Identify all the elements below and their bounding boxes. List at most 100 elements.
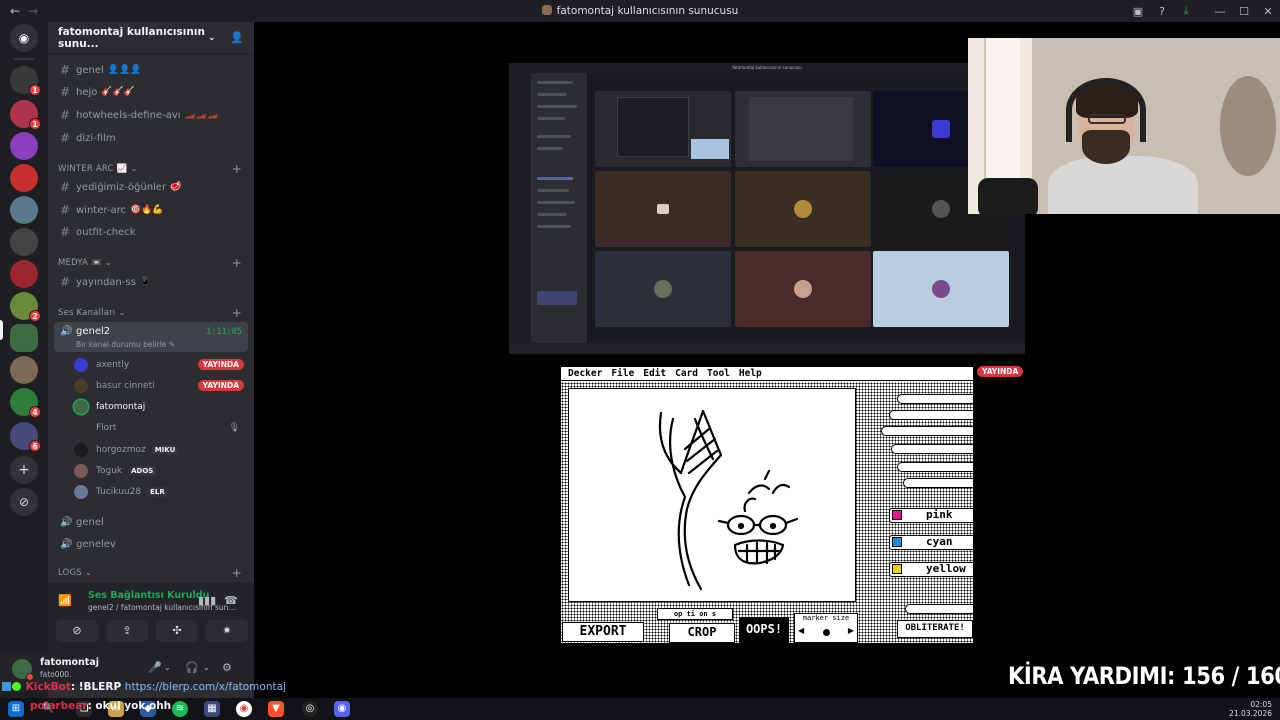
menu-tool[interactable]: Tool: [707, 367, 730, 380]
undo-oops-button[interactable]: OOPS!: [739, 617, 789, 643]
spotify-icon[interactable]: ≋: [172, 701, 188, 717]
obs-icon[interactable]: ◎: [302, 701, 318, 717]
category-logs[interactable]: LOGS ⌄ +: [52, 566, 248, 580]
chevron-down-icon[interactable]: ⌄: [203, 663, 210, 672]
add-channel-icon[interactable]: +: [232, 566, 242, 580]
inbox-icon[interactable]: ▣: [1126, 5, 1150, 18]
pen-tool-2[interactable]: [889, 410, 973, 420]
voice-member-axently[interactable]: axently YAYINDA: [74, 356, 244, 374]
obliterate-button[interactable]: OBLITERATE!: [897, 620, 973, 638]
add-member-icon[interactable]: 👤: [230, 31, 244, 44]
tile-tucikuu28[interactable]: [873, 251, 1009, 327]
menu-help[interactable]: Help: [739, 367, 762, 380]
disconnect-icon[interactable]: ☎: [224, 594, 238, 607]
chat-link[interactable]: https://blerp.com/x/fatomontaj: [125, 681, 286, 693]
server-icon-3[interactable]: [10, 132, 38, 160]
channel-dizi-film[interactable]: # dizi-film: [54, 128, 248, 148]
server-icon-8[interactable]: 2: [10, 292, 41, 322]
start-icon[interactable]: ⊞: [8, 701, 24, 717]
options-button[interactable]: op ti on s: [657, 608, 733, 620]
chrome-icon[interactable]: ◉: [236, 701, 252, 717]
server-header[interactable]: fatomontaj kullanıcısının sunu... ⌄ 👤: [48, 22, 254, 54]
system-clock[interactable]: 02:05 21.03.2026: [1229, 700, 1272, 718]
server-icon-2[interactable]: 1: [10, 100, 41, 130]
soundboard-button[interactable]: ✷: [206, 620, 248, 642]
add-channel-icon[interactable]: +: [232, 306, 242, 320]
category-medya[interactable]: MEDYA 📼 ⌄ +: [52, 256, 248, 270]
pen-tool-3[interactable]: [881, 426, 973, 436]
drawing-canvas[interactable]: [568, 388, 856, 602]
channel-yayindan-ss[interactable]: # yayından-ss 📱: [54, 272, 248, 292]
server-icon-5[interactable]: [10, 196, 38, 224]
minimize-button[interactable]: —: [1208, 5, 1232, 18]
tile-screen-2[interactable]: [735, 91, 871, 167]
camera-off-button[interactable]: ⊘: [56, 620, 98, 642]
marker-size-control[interactable]: marker size ◀ ▶: [794, 613, 858, 643]
headphones-icon[interactable]: 🎧: [185, 661, 199, 674]
brave-icon[interactable]: ▼: [268, 701, 284, 717]
menu-card[interactable]: Card: [675, 367, 698, 380]
connection-state[interactable]: Ses Bağlantısı Kuruldu: [88, 590, 209, 601]
screen-share-button[interactable]: ⇪: [106, 620, 148, 642]
noise-suppression-icon[interactable]: ▮▮▮: [198, 594, 216, 607]
pen-tool-5[interactable]: [897, 462, 973, 472]
voice-member-basur-cinneti[interactable]: basur cinneti YAYINDA: [74, 377, 244, 395]
channel-yedigimiz[interactable]: # yediğimiz-öğünler 🥩: [54, 177, 248, 197]
activities-button[interactable]: ✣: [156, 620, 198, 642]
discord-taskbar-icon[interactable]: ◉: [334, 701, 350, 717]
server-icon-4[interactable]: [10, 164, 38, 192]
export-button[interactable]: EXPORT: [562, 622, 644, 642]
close-button[interactable]: ✕: [1256, 5, 1280, 18]
voice-member-tucikuu28[interactable]: Tucikuu28 ELR: [74, 483, 244, 501]
chevron-down-icon[interactable]: ⌄: [164, 663, 171, 672]
voice-member-flort[interactable]: Flort 🎙: [74, 419, 244, 437]
mic-icon[interactable]: 🎤: [148, 661, 162, 674]
channel-hejo[interactable]: # hejo 🎸🎸🎸: [54, 82, 248, 102]
marker-cyan[interactable]: cyan: [889, 535, 973, 550]
channel-outfit-check[interactable]: # outfit-check: [54, 222, 248, 242]
menu-edit[interactable]: Edit: [643, 367, 666, 380]
back-arrow-icon[interactable]: ←: [10, 4, 20, 18]
pen-tool-1[interactable]: [897, 394, 973, 404]
category-winter-arc[interactable]: WINTER ARC 📈 ⌄ +: [52, 162, 248, 176]
settings-gear-icon[interactable]: ⚙: [222, 661, 232, 674]
tile-toguk[interactable]: [735, 251, 871, 327]
eraser-tool[interactable]: [905, 604, 973, 614]
menu-decker[interactable]: Decker: [568, 367, 602, 380]
add-channel-icon[interactable]: +: [232, 256, 242, 270]
increase-arrow-icon[interactable]: ▶: [848, 626, 854, 635]
channel-status[interactable]: Bir kanal durumu belirle ✎: [76, 340, 175, 349]
server-icon-1[interactable]: 1: [10, 66, 41, 96]
user-name[interactable]: fatomontaj: [40, 657, 99, 668]
help-icon[interactable]: ?: [1150, 5, 1174, 18]
discover-icon[interactable]: ⊘: [10, 488, 38, 516]
pen-tool-4[interactable]: [891, 444, 973, 454]
tile-screen-1[interactable]: [595, 91, 731, 167]
voice-member-fatomontaj[interactable]: fatomontaj: [74, 398, 244, 416]
voice-channel-genel[interactable]: 🔊 genel: [54, 512, 248, 532]
marker-pink[interactable]: pink: [889, 508, 973, 523]
tile-basur[interactable]: [595, 171, 731, 247]
server-icon-11[interactable]: 6: [10, 422, 41, 452]
forward-arrow-icon[interactable]: →: [28, 4, 38, 18]
maximize-button[interactable]: ☐: [1232, 5, 1256, 18]
download-icon[interactable]: ⤓: [1174, 4, 1198, 18]
pen-tool-6[interactable]: [903, 478, 973, 488]
channel-winter-arc[interactable]: # winter-arc 🎯🔥💪: [54, 200, 248, 220]
decrease-arrow-icon[interactable]: ◀: [798, 626, 804, 635]
server-icon-9[interactable]: [10, 356, 38, 384]
server-icon-6[interactable]: [10, 228, 38, 256]
server-icon-active[interactable]: [10, 324, 38, 352]
menu-file[interactable]: File: [611, 367, 634, 380]
add-server-icon[interactable]: +: [10, 456, 38, 484]
category-ses-kanallari[interactable]: Ses Kanalları ⌄ +: [52, 306, 248, 320]
channel-genel[interactable]: # genel 👤👤👤: [54, 60, 248, 80]
decker-app[interactable]: Decker File Edit Card Tool Help pink cya…: [560, 366, 974, 644]
add-channel-icon[interactable]: +: [232, 162, 242, 176]
webcam-feed[interactable]: [968, 38, 1280, 214]
marker-yellow[interactable]: yellow: [889, 562, 973, 577]
voice-channel-genel2[interactable]: 🔊 genel2 1:11:05 Bir kanal durumu belirl…: [54, 322, 248, 352]
server-icon-10[interactable]: 4: [10, 388, 41, 418]
channel-hotwheels[interactable]: # hotwheels-define-avı 🏎️🏎️🏎️: [54, 105, 248, 125]
tile-horgozmoz[interactable]: [595, 251, 731, 327]
